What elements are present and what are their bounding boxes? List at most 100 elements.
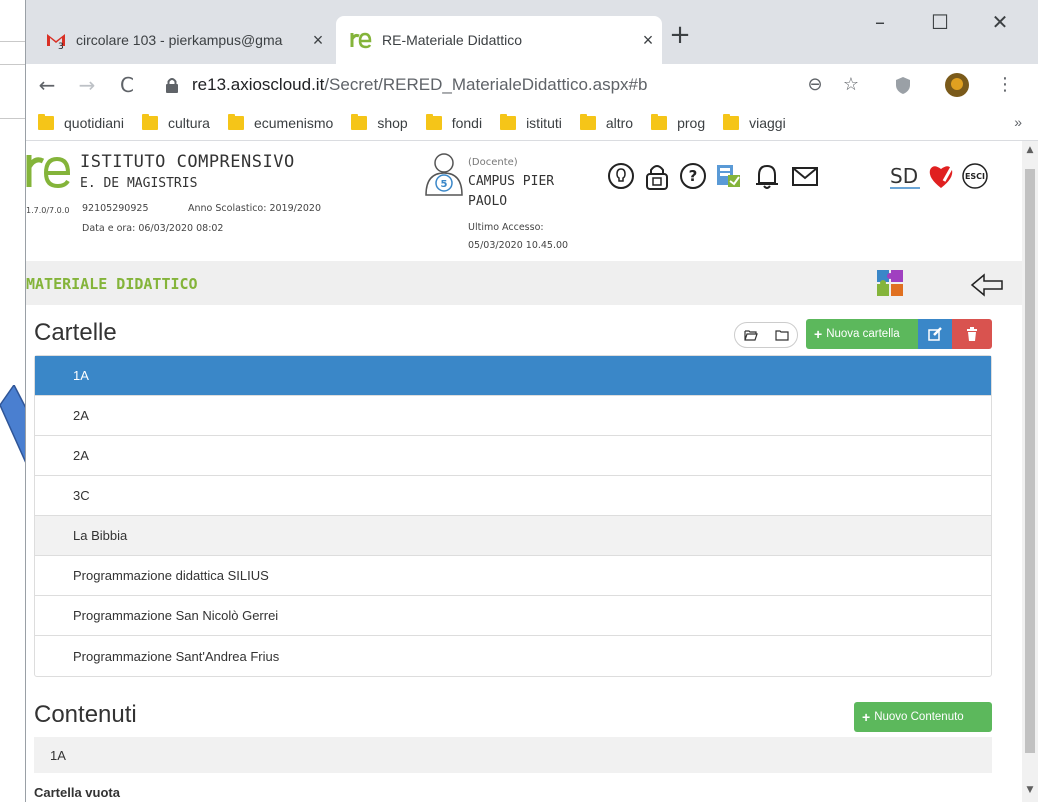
back-icon[interactable]: ←: [32, 70, 62, 100]
folder-icon: [351, 114, 368, 130]
bookmark-shop[interactable]: shop: [351, 114, 408, 131]
mail-icon[interactable]: [790, 161, 820, 191]
bookmark-altro[interactable]: altro: [579, 114, 634, 131]
bookmark-fondi[interactable]: fondi: [425, 114, 483, 131]
section-bar: MATERIALE DIDATTICO: [26, 261, 1022, 305]
bookmarks-more-icon[interactable]: »: [1014, 114, 1022, 130]
tab-close-icon[interactable]: ×: [634, 30, 662, 51]
tab-gmail[interactable]: 3 circolare 103 - pierkampus@gma ×: [32, 16, 332, 64]
folder-label: 3C: [73, 488, 90, 503]
folder-icon: [500, 114, 517, 130]
bell-icon[interactable]: [752, 161, 782, 191]
folder-icon: [38, 114, 54, 130]
new-content-button[interactable]: + Nuovo Contenuto: [854, 702, 992, 732]
folder-list: 1A 2A 2A 3C La Bibbia Programmazione did…: [34, 355, 992, 677]
exit-label: ESCI: [965, 172, 985, 181]
folder-icon: [425, 114, 442, 130]
school-subtitle: E. DE MAGISTRIS: [80, 176, 198, 191]
scroll-down-icon[interactable]: ▼: [1024, 785, 1036, 797]
edit-folder-button[interactable]: [918, 319, 952, 349]
shield-extension-icon[interactable]: [890, 72, 916, 98]
scroll-up-icon[interactable]: ▲: [1024, 145, 1036, 157]
cartelle-heading: Cartelle: [34, 319, 117, 346]
bookmark-label: istituti: [526, 115, 562, 131]
address-bar[interactable]: re13.axioscloud.it/Secret/RERED_Material…: [162, 70, 902, 100]
gmail-icon: 3: [47, 34, 65, 49]
profile-avatar[interactable]: [944, 72, 970, 98]
folder-label: Programmazione didattica SILIUS: [73, 568, 269, 583]
star-icon[interactable]: ☆: [838, 72, 864, 98]
browser-window: 3 circolare 103 - pierkampus@gma × RE-Ma…: [26, 0, 1038, 802]
minimize-icon[interactable]: –: [856, 4, 904, 40]
version-text: 1.7.0/7.0.0: [26, 206, 70, 215]
scrollbar-thumb[interactable]: [1025, 169, 1035, 753]
bookmark-quotidiani[interactable]: quotidiani: [38, 114, 124, 131]
maximize-icon[interactable]: ☐: [916, 4, 964, 40]
datetime-text: Data e ora: 06/03/2020 08:02: [82, 223, 224, 234]
tab-close-icon[interactable]: ×: [304, 30, 332, 51]
close-window-icon[interactable]: ✕: [976, 4, 1024, 40]
closed-folder-icon: [774, 330, 789, 341]
open-folder-button[interactable]: [735, 323, 766, 347]
folder-icon: [141, 114, 158, 130]
reload-icon[interactable]: C: [112, 70, 142, 100]
bookmark-istituti[interactable]: istituti: [500, 114, 562, 131]
folder-row[interactable]: Programmazione Sant'Andrea Frius: [35, 636, 991, 676]
sd-icon[interactable]: SD: [888, 161, 924, 191]
folder-row[interactable]: 1A: [35, 356, 991, 396]
bookmark-prog[interactable]: prog: [651, 114, 705, 131]
new-folder-button[interactable]: + Nuova cartella: [806, 319, 918, 349]
bookmark-viaggi[interactable]: viaggi: [723, 114, 786, 131]
pen-heart-icon[interactable]: [926, 161, 956, 191]
closed-folder-button[interactable]: [766, 323, 797, 347]
plus-icon: +: [862, 709, 871, 725]
puzzle-icon[interactable]: [874, 267, 906, 299]
folder-label: 1A: [73, 368, 89, 383]
re-logo-icon: [350, 32, 372, 49]
exit-icon[interactable]: ESCI: [960, 161, 990, 191]
last-access: Ultimo Accesso: 05/03/2020 10.45.00: [468, 219, 568, 255]
lock-icon[interactable]: [642, 161, 672, 191]
help-icon[interactable]: ?: [678, 161, 708, 191]
bookmark-ecumenismo[interactable]: ecumenismo: [227, 114, 333, 131]
lightbulb-icon[interactable]: [606, 161, 636, 191]
folder-icon: [227, 114, 244, 130]
contenuti-heading: Contenuti: [34, 701, 137, 728]
register-icon[interactable]: [714, 161, 744, 191]
browser-toolbar: ← → C re13.axioscloud.it/Secret/RERED_Ma…: [26, 64, 1038, 106]
folder-row[interactable]: 2A: [35, 436, 991, 476]
url-text: re13.axioscloud.it/Secret/RERED_Material…: [192, 75, 647, 95]
url-path: /Secret/RERED_MaterialeDidattico.aspx#b: [324, 75, 648, 94]
folder-icon: [651, 114, 668, 130]
user-role: (Docente): [468, 157, 518, 168]
folder-row[interactable]: La Bibbia: [35, 516, 991, 556]
back-arrow-icon[interactable]: [970, 273, 1004, 297]
folder-row[interactable]: 3C: [35, 476, 991, 516]
delete-folder-button[interactable]: [952, 319, 992, 349]
folder-row[interactable]: Programmazione didattica SILIUS: [35, 556, 991, 596]
url-host: re13.axioscloud.it: [192, 75, 325, 94]
folder-label: 2A: [73, 408, 89, 423]
page-scrollbar[interactable]: ▲ ▼: [1022, 141, 1038, 802]
new-tab-button[interactable]: +: [666, 22, 694, 50]
bookmark-cultura[interactable]: cultura: [141, 114, 210, 131]
tab-bar: 3 circolare 103 - pierkampus@gma × RE-Ma…: [26, 0, 1038, 64]
lock-icon: [166, 78, 178, 93]
zoom-icon[interactable]: ⊖: [802, 72, 828, 98]
forward-icon[interactable]: →: [72, 70, 102, 100]
tab-re-materiale[interactable]: RE-Materiale Didattico ×: [336, 16, 662, 64]
folder-view-toggle: [734, 322, 798, 348]
last-access-value: 05/03/2020 10.45.00: [468, 240, 569, 251]
user-name: CAMPUS PIER PAOLO: [468, 174, 555, 209]
school-code: 92105290925: [82, 203, 149, 214]
folder-row[interactable]: Programmazione San Nicolò Gerrei: [35, 596, 991, 636]
folder-row[interactable]: 2A: [35, 396, 991, 436]
bookmark-label: cultura: [167, 115, 210, 131]
menu-icon[interactable]: ⋮: [992, 72, 1018, 98]
school-name: ISTITUTO COMPRENSIVO: [80, 152, 295, 172]
bookmark-label: viaggi: [749, 115, 786, 131]
bookmark-label: fondi: [451, 115, 483, 131]
bookmark-label: altro: [605, 115, 634, 131]
new-content-label: Nuovo Contenuto: [874, 711, 964, 723]
folder-label: La Bibbia: [73, 528, 128, 543]
